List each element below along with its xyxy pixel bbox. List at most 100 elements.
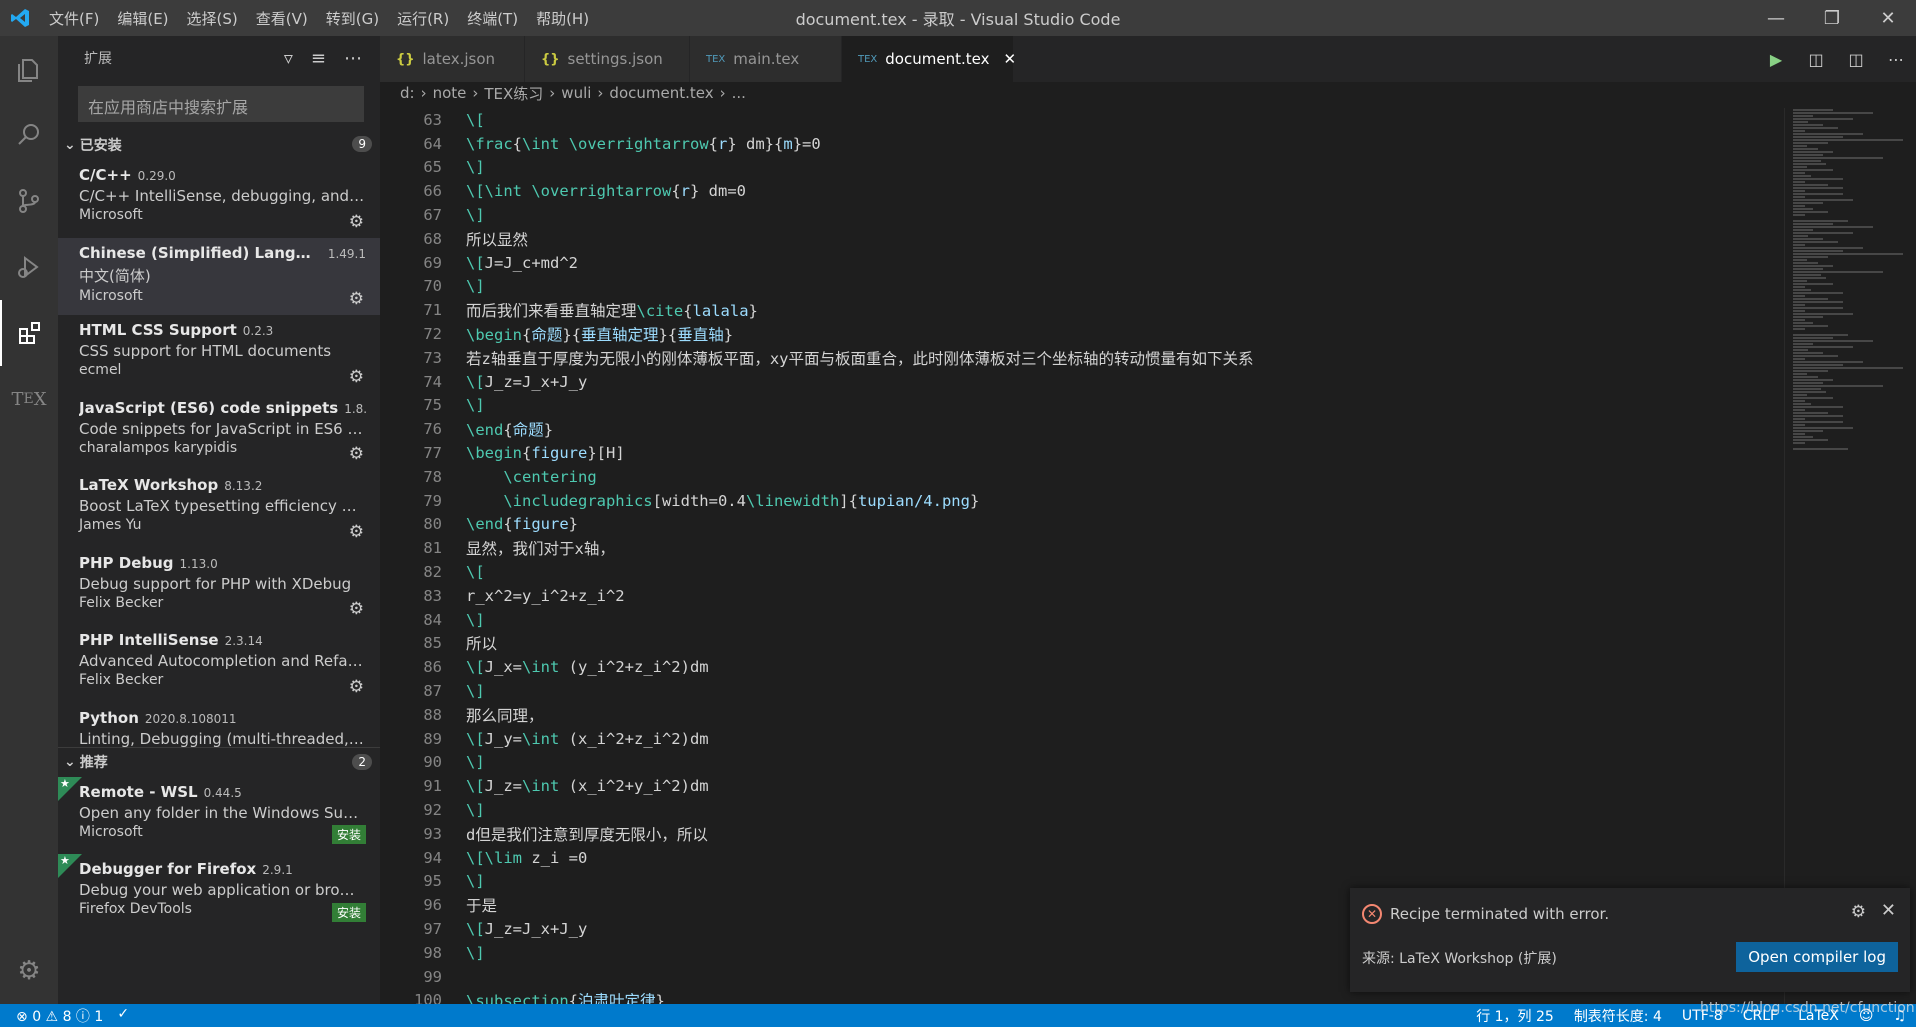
manage-gear-icon[interactable]: ⚙ [349,444,364,464]
breadcrumb-item[interactable]: TEX练习 [484,83,543,104]
code-line[interactable]: 90 \] [380,751,1780,775]
more-actions-icon[interactable]: ⋯ [1876,36,1916,82]
extension-item-js-snippets[interactable]: JavaScript (ES6) code snippets 1.8.0 Code… [58,393,380,471]
tab-latex-json[interactable]: {} latex.json [380,36,525,82]
tex-icon[interactable]: TEX [0,366,58,432]
code-line[interactable]: 82 \[ [380,560,1780,584]
code-line[interactable]: 93 d但是我们注意到厚度无限小，所以 [380,822,1780,846]
tab-size[interactable]: 制表符长度: 4 [1574,1006,1662,1026]
code-line[interactable]: 75 \] [380,394,1780,418]
menu-view[interactable]: 查看(V) [247,8,317,29]
menu-go[interactable]: 转到(G) [317,8,388,29]
extension-item-cpp[interactable]: C/C++ 0.29.0 C/C++ IntelliSense, debuggin… [58,160,380,238]
extension-item-remote-wsl[interactable]: ★ Remote - WSL 0.44.5 Open any folder in … [58,776,380,855]
code-line[interactable]: 78 \centering [380,465,1780,489]
code-line[interactable]: 79 \includegraphics[width=0.4\linewidth]… [380,489,1780,513]
code-line[interactable]: 94 \[\lim z_i =0 [380,846,1780,870]
problems-indicator[interactable]: ⊗ 0 ⚠ 8 ⓘ 1 [16,1006,103,1026]
code-line[interactable]: 92 \] [380,798,1780,822]
code-line[interactable]: 81 显然，我们对于x轴， [380,536,1780,560]
tab-main-tex[interactable]: TEX main.tex [690,36,842,82]
extensions-icon[interactable] [0,300,58,366]
run-debug-icon[interactable] [0,234,58,300]
code-line[interactable]: 71 而后我们来看垂直轴定理\cite{lalala} [380,298,1780,322]
manage-gear-icon[interactable]: ⚙ [349,677,364,697]
breadcrumb-item[interactable]: ... [732,84,746,102]
install-button[interactable]: 安装 [331,825,366,844]
code-line[interactable]: 88 那么同理， [380,703,1780,727]
code-line[interactable]: 67 \] [380,203,1780,227]
restore-icon[interactable]: ❐ [1804,0,1860,36]
code-line[interactable]: 68 所以显然 [380,227,1780,251]
minimize-icon[interactable]: — [1748,0,1804,36]
breadcrumb-item[interactable]: note [433,84,467,102]
manage-gear-icon[interactable]: ⚙ [349,212,364,232]
clear-extensions-icon[interactable]: ≡ [311,48,326,69]
tab-document-tex[interactable]: TEX document.tex ✕ [842,36,1016,82]
extension-item-php-intellisense[interactable]: PHP IntelliSense 2.3.14 Advanced Autocomp… [58,625,380,703]
open-preview-icon[interactable]: ◫ [1796,36,1836,82]
menu-edit[interactable]: 编辑(E) [108,8,177,29]
breadcrumb-item[interactable]: d: [400,84,415,102]
extension-item-html-css[interactable]: HTML CSS Support 0.2.3 CSS support for HT… [58,315,380,393]
code-line[interactable]: 85 所以 [380,632,1780,656]
run-icon[interactable]: ▶ [1756,36,1796,82]
extension-item-latex-workshop[interactable]: LaTeX Workshop 8.13.2 Boost LaTeX typeset… [58,470,380,548]
extension-item-python[interactable]: Python 2020.8.108011 Linting, Debugging (… [58,703,380,748]
code-line[interactable]: 64 \frac{\int \overrightarrow{r} dm}{m}=0 [380,132,1780,156]
code-line[interactable]: 77 \begin{figure}[H] [380,441,1780,465]
extension-search-input[interactable]: 在应用商店中搜索扩展 [78,86,364,122]
code-line[interactable]: 65 \] [380,156,1780,180]
installed-section-header[interactable]: ⌄ 已安装 9 [58,130,380,160]
menu-run[interactable]: 运行(R) [388,8,458,29]
manage-gear-icon[interactable]: ⚙ [349,367,364,387]
more-actions-icon[interactable]: ⋯ [344,48,362,69]
recommended-section-header[interactable]: ⌄ 推荐 2 [58,746,380,777]
code-line[interactable]: 89 \[J_y=\int (x_i^2+z_i^2)dm [380,727,1780,751]
code-line[interactable]: 69 \[J=J_c+md^2 [380,251,1780,275]
notification-close-icon[interactable]: ✕ [1881,900,1896,921]
menu-help[interactable]: 帮助(H) [527,8,598,29]
manage-gear-icon[interactable]: ⚙ [349,289,364,309]
filter-icon[interactable]: ▿ [284,48,293,69]
install-button[interactable]: 安装 [331,902,366,922]
source-control-icon[interactable] [0,168,58,234]
menu-file[interactable]: 文件(F) [40,8,108,29]
breadcrumb-item[interactable]: wuli [561,84,591,102]
code-line[interactable]: 86 \[J_x=\int (y_i^2+z_i^2)dm [380,655,1780,679]
notification-settings-gear-icon[interactable]: ⚙ [1851,902,1866,922]
code-line[interactable]: 63 \[ [380,108,1780,132]
extension-item-chinese[interactable]: Chinese (Simplified) Languag... 1.49.1 中… [58,237,380,315]
code-line[interactable]: 83 r_x^2=y_i^2+z_i^2 [380,584,1780,608]
code-line[interactable]: 72 \begin{命题}{垂直轴定理}{垂直轴} [380,322,1780,346]
code-line[interactable]: 80 \end{figure} [380,513,1780,537]
breadcrumb-item[interactable]: document.tex [609,84,713,102]
code-line[interactable]: 91 \[J_z=\int (x_i^2+y_i^2)dm [380,774,1780,798]
code-editor[interactable]: 63 \[64 \frac{\int \overrightarrow{r} dm}{… [380,108,1780,1004]
code-line[interactable]: 66 \[\int \overrightarrow{r} dm=0 [380,179,1780,203]
extension-item-firefox-debugger[interactable]: ★ Debugger for Firefox 2.9.1 Debug your w… [58,854,380,932]
search-icon[interactable] [0,102,58,168]
extension-item-php-debug[interactable]: PHP Debug 1.13.0 Debug support for PHP wi… [58,548,380,626]
minimap-line [1793,247,1863,249]
explorer-icon[interactable] [0,36,58,102]
code-line[interactable]: 87 \] [380,679,1780,703]
close-icon[interactable]: ✕ [1860,0,1916,36]
tab-settings-json[interactable]: {} settings.json [525,36,690,82]
manage-gear-icon[interactable]: ⚙ [349,522,364,542]
menu-selection[interactable]: 选择(S) [178,8,247,29]
manage-gear-icon[interactable]: ⚙ [349,599,364,619]
code-line[interactable]: 70 \] [380,275,1780,299]
check-icon[interactable]: ✓ [117,1006,129,1026]
code-line[interactable]: 84 \] [380,608,1780,632]
minimap[interactable] [1784,108,1916,1004]
code-line[interactable]: 73 若z轴垂直于厚度为无限小的刚体薄板平面，xy平面与板面重合，此时刚体薄板对三… [380,346,1780,370]
cursor-position[interactable]: 行 1，列 25 [1476,1006,1554,1026]
open-compiler-log-button[interactable]: Open compiler log [1736,942,1898,972]
code-line[interactable]: 74 \[J_z=J_x+J_y [380,370,1780,394]
settings-gear-icon[interactable]: ⚙ [0,938,58,1004]
code-line[interactable]: 76 \end{命题} [380,417,1780,441]
tab-close-icon[interactable]: ✕ [1003,50,1016,68]
split-editor-icon[interactable]: ◫ [1836,36,1876,82]
menu-terminal[interactable]: 终端(T) [458,8,527,29]
